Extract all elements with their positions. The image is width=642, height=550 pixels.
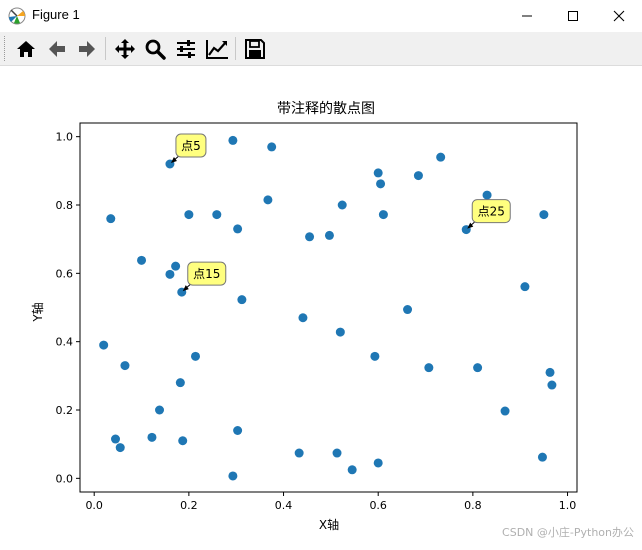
scatter-point [373, 458, 383, 468]
edit-axis-button[interactable] [203, 35, 230, 62]
y-tick-label: 0.6 [56, 267, 74, 280]
scatter-point [212, 210, 222, 220]
scatter-point [413, 171, 423, 181]
back-button[interactable] [43, 35, 70, 62]
scatter-point [155, 405, 165, 415]
close-button[interactable] [596, 0, 642, 32]
scatter-point [335, 327, 345, 337]
scatter-point [436, 152, 446, 162]
annotation-label: 点15 [193, 267, 220, 281]
zoom-magnifier-icon [145, 39, 166, 60]
home-button[interactable] [12, 35, 39, 62]
scatter-point [332, 448, 342, 458]
scatter-point [137, 255, 147, 265]
minimize-button[interactable] [504, 0, 550, 32]
save-button[interactable] [241, 35, 268, 62]
matplotlib-icon [8, 7, 26, 25]
forward-button[interactable] [73, 35, 100, 62]
pan-move-icon [114, 38, 135, 59]
scatter-point [115, 443, 125, 453]
maximize-button[interactable] [550, 0, 596, 32]
window-title: Figure 1 [32, 7, 80, 22]
scatter-point [305, 232, 315, 242]
figure-canvas[interactable]: 带注释的散点图 0.0 0.2 0.4 0.6 0.8 1.0 0.0 0.2 0.4 0.6 0.… [0, 66, 642, 546]
y-tick-label: 0.8 [56, 199, 74, 212]
scatter-point [237, 295, 247, 305]
title-bar: Figure 1 [0, 0, 642, 32]
scatter-point [228, 135, 238, 145]
scatter-point [99, 340, 109, 350]
toolbar-separator [105, 37, 106, 60]
x-tick-label: 0.0 [85, 499, 103, 512]
x-tick-label: 0.8 [464, 499, 482, 512]
y-tick-label: 1.0 [56, 131, 74, 144]
scatter-point [184, 210, 194, 220]
scatter-point [537, 452, 547, 462]
scatter-point [111, 434, 120, 444]
y-tick-label: 0.2 [56, 404, 74, 417]
edit-axis-curve-icon [205, 39, 228, 59]
scatter-point [347, 465, 357, 475]
scatter-point [378, 210, 388, 220]
scatter-point [376, 179, 386, 189]
scatter-point [424, 363, 434, 373]
zoom-button[interactable] [141, 35, 168, 62]
scatter-point [263, 195, 273, 205]
chart-title: 带注释的散点图 [277, 101, 375, 117]
scatter-point [175, 378, 185, 388]
maximize-icon [568, 11, 578, 21]
scatter-point [165, 269, 175, 279]
scatter-point [324, 230, 334, 240]
annotation-label: 点5 [181, 139, 201, 153]
navigation-toolbar [0, 32, 642, 66]
scatter-point [473, 363, 483, 373]
scatter-point [545, 367, 555, 377]
watermark-text: CSDN @小庄-Python办公 [502, 526, 634, 539]
forward-arrow-icon [78, 40, 95, 57]
x-tick-label: 1.0 [559, 499, 577, 512]
scatter-point [370, 351, 380, 361]
scatter-point [178, 436, 188, 446]
scatter-point [539, 210, 549, 220]
y-tick-label: 0.0 [56, 472, 74, 485]
pan-button[interactable] [111, 35, 138, 62]
scatter-point [500, 406, 510, 416]
back-arrow-icon [48, 40, 65, 57]
scatter-point [120, 361, 130, 371]
scatter-point [403, 305, 413, 315]
close-icon [613, 10, 625, 22]
x-tick-label: 0.6 [369, 499, 387, 512]
scatter-point [482, 190, 492, 200]
scatter-point [233, 224, 243, 234]
scatter-point [520, 282, 530, 292]
scatter-point [547, 380, 557, 390]
scatter-point [106, 214, 116, 224]
scatter-point [228, 471, 238, 481]
scatter-point [294, 448, 304, 458]
scatter-point [337, 200, 347, 210]
home-icon [16, 40, 35, 57]
scatter-point [171, 261, 181, 271]
minimize-icon [522, 15, 532, 17]
scatter-point [373, 168, 383, 178]
x-tick-label: 0.4 [275, 499, 293, 512]
configure-subplots-icon [176, 39, 195, 58]
save-floppy-icon [244, 38, 265, 59]
subplots-button[interactable] [172, 35, 199, 62]
annotation-label: 点25 [478, 205, 505, 219]
scatter-point [190, 351, 200, 361]
scatter-point [233, 426, 243, 435]
scatter-point [298, 313, 308, 323]
scatter-chart: 带注释的散点图 0.0 0.2 0.4 0.6 0.8 1.0 0.0 0.2 0.4 0.6 0.… [30, 101, 578, 532]
y-axis-label: Y轴 [30, 302, 45, 322]
toolbar-separator [235, 37, 236, 60]
x-axis-label: X轴 [319, 517, 339, 532]
scatter-point [147, 432, 157, 442]
toolbar-grip[interactable] [4, 36, 7, 61]
x-tick-label: 0.2 [180, 499, 198, 512]
scatter-point [267, 142, 277, 152]
y-tick-label: 0.4 [56, 336, 74, 349]
